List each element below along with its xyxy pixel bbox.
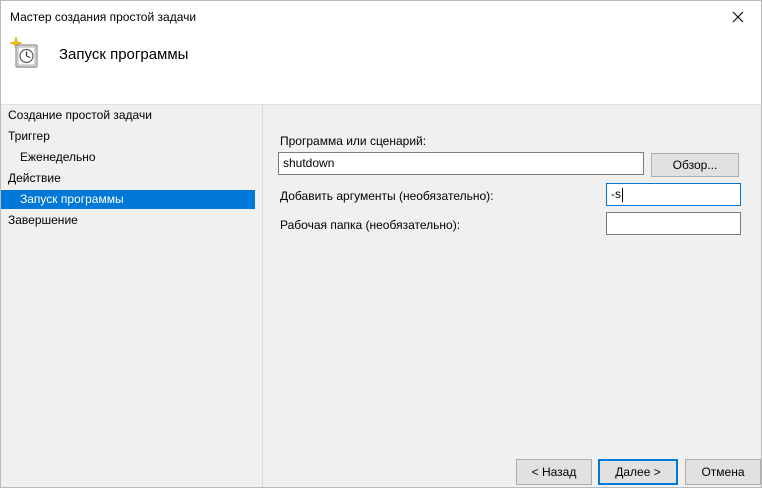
nav-item-label: Завершение (8, 213, 78, 227)
arguments-label: Добавить аргументы (необязательно): (280, 189, 494, 203)
program-input[interactable]: shutdown (278, 152, 644, 175)
next-button[interactable]: Далее > (598, 459, 678, 485)
page-heading: Запуск программы (59, 46, 189, 63)
program-input-value: shutdown (283, 156, 335, 170)
cancel-button[interactable]: Отмена (685, 459, 761, 485)
nav-item-start-program[interactable]: Запуск программы (1, 190, 255, 209)
nav-item-weekly[interactable]: Еженедельно (1, 148, 255, 167)
text-caret (622, 187, 623, 202)
wizard-window: Мастер создания простой задачи Запуск пр… (0, 0, 762, 488)
close-icon (732, 11, 744, 22)
title-bar: Мастер создания простой задачи (1, 1, 761, 32)
window-title: Мастер создания простой задачи (10, 10, 197, 24)
wizard-steps-nav: Создание простой задачи Триггер Еженедел… (1, 105, 263, 487)
working-folder-label: Рабочая папка (необязательно): (280, 218, 461, 232)
cancel-button-label: Отмена (701, 465, 745, 479)
wizard-header: Запуск программы (1, 32, 761, 105)
browse-button-label: Обзор... (672, 158, 718, 172)
nav-item-action[interactable]: Действие (1, 169, 255, 188)
nav-item-label: Запуск программы (20, 192, 124, 206)
program-label: Программа или сценарий: (280, 134, 427, 148)
nav-item-create-basic-task[interactable]: Создание простой задачи (1, 106, 255, 125)
close-button[interactable] (715, 1, 761, 32)
next-button-label: Далее > (615, 465, 661, 479)
working-folder-input[interactable] (606, 212, 741, 235)
nav-item-trigger[interactable]: Триггер (1, 127, 255, 146)
browse-button[interactable]: Обзор... (651, 153, 739, 177)
back-button-label: < Назад (531, 465, 577, 479)
arguments-input[interactable]: -s (606, 183, 741, 206)
nav-item-label: Действие (8, 171, 61, 185)
nav-item-label: Создание простой задачи (8, 108, 152, 122)
back-button[interactable]: < Назад (516, 459, 592, 485)
nav-item-label: Триггер (8, 129, 50, 143)
task-scheduler-clock-icon (9, 36, 38, 68)
arguments-input-value: -s (611, 187, 621, 201)
wizard-content: Программа или сценарий: shutdown Обзор..… (264, 105, 761, 487)
nav-item-finish[interactable]: Завершение (1, 211, 255, 230)
nav-item-label: Еженедельно (20, 150, 96, 164)
